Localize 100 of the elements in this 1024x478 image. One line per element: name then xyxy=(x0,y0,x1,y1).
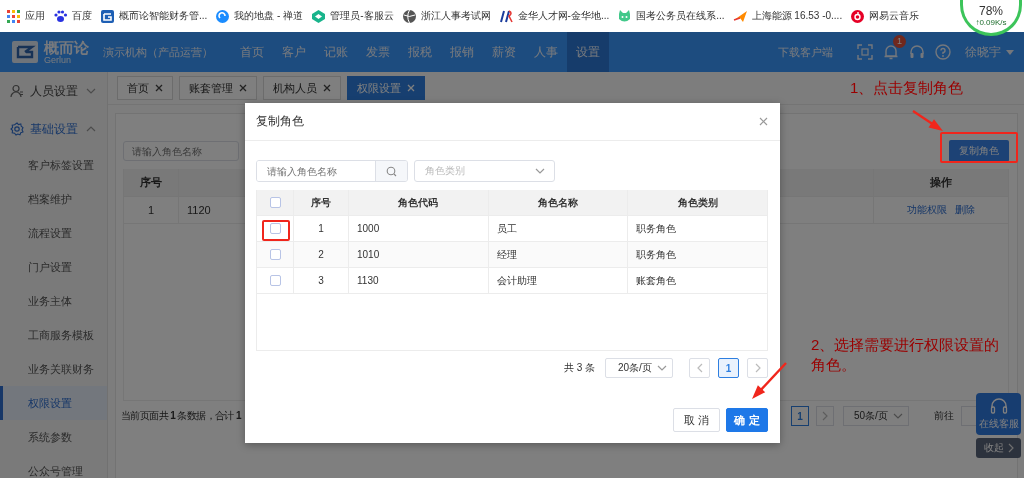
chevron-right-icon xyxy=(754,363,761,373)
headset-icon[interactable] xyxy=(909,44,925,60)
bookmark-link[interactable]: 管理员-客服云 xyxy=(330,9,394,23)
sidebar-group-item[interactable]: 基础设置 xyxy=(0,110,107,148)
scan-icon[interactable] xyxy=(857,44,873,60)
table-cell-text: 职务角色 xyxy=(635,221,678,236)
nav-tab[interactable]: 发票 xyxy=(357,32,399,72)
action-link[interactable]: 删除 xyxy=(955,203,975,217)
cat-icon[interactable] xyxy=(617,8,633,24)
column-header: 角色名称 xyxy=(488,190,629,215)
nav-tab[interactable]: 记账 xyxy=(315,32,357,72)
table-cell: 3 xyxy=(294,268,349,293)
page-tab[interactable]: 机构人员 xyxy=(263,76,341,100)
nav-tab[interactable]: 薪资 xyxy=(483,32,525,72)
bookmark-link[interactable]: 概而论智能财务管... xyxy=(119,9,208,23)
bookmark-link[interactable]: 浙江人事考试网 xyxy=(420,9,491,23)
close-icon[interactable] xyxy=(155,84,163,92)
online-service-button[interactable]: 在线客服 xyxy=(976,393,1021,435)
annotation-text: 2、选择需要进行权限设置的角色。 xyxy=(811,335,1001,375)
table-cell-text: 账套角色 xyxy=(635,273,678,288)
bookmark-link[interactable]: 上海能源 16.53 -0.... xyxy=(751,9,843,23)
sidebar-item[interactable]: 工商服务模板 xyxy=(0,318,107,352)
search-icon xyxy=(386,165,397,177)
headset-icon xyxy=(989,397,1008,415)
logo-icon[interactable] xyxy=(100,8,115,24)
globe-icon[interactable] xyxy=(401,8,417,24)
nav-tab[interactable]: 报税 xyxy=(399,32,441,72)
table-cell: 1 xyxy=(294,216,349,241)
bell-icon[interactable] xyxy=(883,44,899,60)
help-icon[interactable] xyxy=(935,44,951,60)
checkbox[interactable] xyxy=(269,249,281,260)
music-icon[interactable] xyxy=(850,8,866,24)
search-field[interactable]: 请输入角色名称 xyxy=(256,160,408,182)
action-link[interactable]: 功能权限 xyxy=(907,203,947,217)
close-icon[interactable] xyxy=(239,84,247,92)
checkbox[interactable] xyxy=(269,197,281,208)
nav-tab[interactable]: 首页 xyxy=(231,32,273,72)
search-field[interactable]: 请输入角色名称 xyxy=(123,141,239,161)
bookmark-link[interactable]: 应用 xyxy=(25,9,45,23)
confirm-button[interactable]: 确 定 xyxy=(726,408,768,432)
nav-tab[interactable]: 人事 xyxy=(525,32,567,72)
sidebar-item[interactable]: 门户设置 xyxy=(0,250,107,284)
swirl-icon[interactable] xyxy=(215,8,231,24)
sidebar-item[interactable]: 流程设置 xyxy=(0,216,107,250)
organization-name[interactable]: 演示机构（产品运营） xyxy=(103,44,213,60)
total-count: 共 3 条 xyxy=(563,361,595,375)
sidebar-item[interactable]: 客户标签设置 xyxy=(0,148,107,182)
sidebar-item[interactable]: 系统参数 xyxy=(0,420,107,454)
copy-role-button[interactable]: 复制角色 xyxy=(949,140,1009,162)
summary-text: 当前页面共 1 条数据，合计 1 xyxy=(121,409,241,423)
nav-tab[interactable]: 客户 xyxy=(273,32,315,72)
page-tab[interactable]: 首页 xyxy=(117,76,173,100)
sidebar-group-item[interactable]: 人员设置 xyxy=(0,72,107,110)
page-size-select[interactable]: 20条/页 xyxy=(605,358,673,378)
sidebar-item[interactable]: 权限设置 xyxy=(0,386,107,420)
page-tab[interactable]: 权限设置 xyxy=(347,76,425,100)
chevron-left-icon xyxy=(696,363,703,373)
sidebar-item[interactable]: 公众号管理 xyxy=(0,454,107,478)
logo-icon xyxy=(12,41,38,63)
arrow xyxy=(912,110,944,132)
notification-badge: 1 xyxy=(893,35,906,48)
search-button[interactable] xyxy=(375,161,407,181)
checkbox[interactable] xyxy=(269,223,281,234)
page-tab[interactable]: 账套管理 xyxy=(179,76,257,100)
bookmark-link[interactable]: 百度 xyxy=(72,9,92,23)
caret-icon xyxy=(1006,49,1014,55)
bookmark-link[interactable]: 国考公务员在线系... xyxy=(636,9,725,23)
close-icon[interactable] xyxy=(759,117,768,126)
page-number-button[interactable]: 1 xyxy=(718,358,739,378)
user-menu[interactable]: 徐晓宇 xyxy=(965,43,1014,61)
highlight-frame xyxy=(262,220,290,241)
sidebar-item[interactable]: 业务主体 xyxy=(0,284,107,318)
cube-icon[interactable] xyxy=(311,8,327,24)
nav-tab[interactable]: 报销 xyxy=(441,32,483,72)
next-page-button[interactable] xyxy=(816,406,834,426)
arrow xyxy=(751,362,787,400)
nav-tab[interactable]: 设置 xyxy=(567,32,609,72)
brand-subtitle: Gerlun xyxy=(44,54,71,65)
cancel-button[interactable]: 取 消 xyxy=(673,408,720,432)
sidebar-item[interactable]: 业务关联财务 xyxy=(0,352,107,386)
sidebar-item[interactable]: 档案维护 xyxy=(0,182,107,216)
download-link[interactable]: 下载客户端 xyxy=(778,44,833,60)
table-cell: 1 xyxy=(124,197,179,223)
letters-icon[interactable] xyxy=(498,8,514,24)
column-header: 操作 xyxy=(929,175,953,190)
page-number-button[interactable]: 1 xyxy=(791,406,809,426)
bookmark-link[interactable]: 金华人才网-金华地... xyxy=(517,9,610,23)
column-header: 序号 xyxy=(294,190,349,215)
collapse-button[interactable]: 收起 xyxy=(976,438,1021,458)
checkbox[interactable] xyxy=(269,275,281,286)
network-speed: ↑0.09K/s xyxy=(975,18,1007,28)
goto-label: 前往 xyxy=(934,409,954,423)
page-size-select[interactable]: 50条/页 xyxy=(843,406,909,426)
column-header: 序号 xyxy=(124,169,179,196)
bookmark-link[interactable]: 我的地盘 - 禅道 xyxy=(234,9,304,23)
bird-icon[interactable] xyxy=(732,8,748,24)
paw-icon[interactable] xyxy=(53,8,68,24)
grid-icon[interactable] xyxy=(6,8,21,24)
close-icon[interactable] xyxy=(323,84,331,92)
bookmark-link[interactable]: 网易云音乐 xyxy=(869,9,920,23)
